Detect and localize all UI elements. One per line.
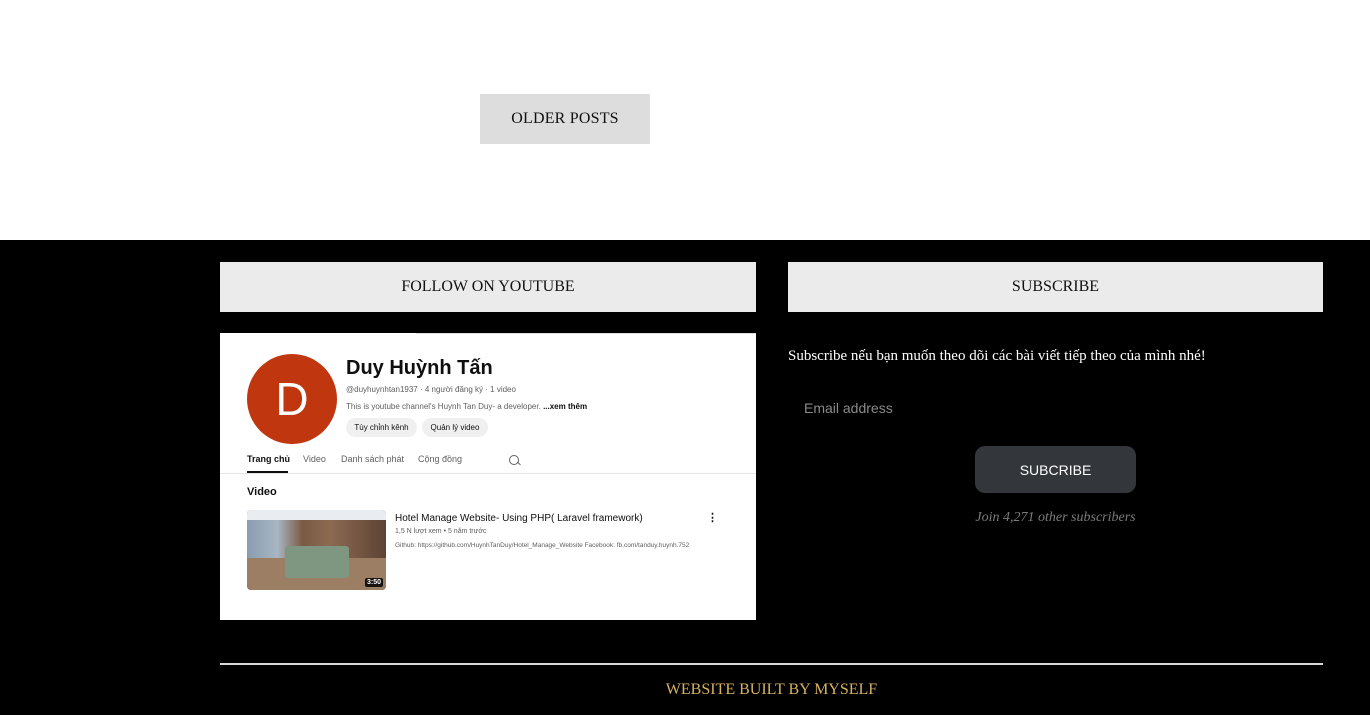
footer: FOLLOW ON YOUTUBE SUBSCRIBE D Duy Huỳnh … [0,240,1370,715]
channel-avatar: D [247,354,337,444]
older-posts-button[interactable]: OLDER POSTS [480,94,650,144]
video-title: Hotel Manage Website- Using PHP( Laravel… [395,513,643,524]
tabs-divider [220,473,756,474]
more-options-icon: ⋮ [707,512,718,524]
footer-divider [220,663,1323,665]
youtube-widget-heading: FOLLOW ON YOUTUBE [220,262,756,312]
subscribe-widget-heading: SUBSCRIBE [788,262,1323,312]
channel-description: This is youtube channel's Huynh Tan Duy-… [346,402,587,411]
subscribe-text: Subscribe nếu bạn muốn theo dõi các bài … [788,348,1206,364]
channel-tabs: Trang chủ Video Danh sách phát Cộng đồng [247,454,756,474]
tab-playlists: Danh sách phát [341,454,405,464]
thumbnail-browser-bar [247,510,386,520]
video-thumbnail: 3:50 [247,510,386,590]
manage-videos-chip: Quản lý video [422,418,488,437]
tab-home: Trang chủ [247,454,291,464]
video-meta: 1,5 N lượt xem • 5 năm trước [395,528,487,535]
youtube-channel-card[interactable]: D Duy Huỳnh Tấn @duyhuynhtan1937 · 4 ngư… [220,333,756,620]
main-content-area: OLDER POSTS [0,0,1370,240]
channel-desc-text: This is youtube channel's Huynh Tan Duy-… [346,402,541,411]
see-more-link: ...xem thêm [543,402,588,411]
customize-channel-chip: Tùy chỉnh kênh [346,418,417,437]
video-description: Github: https://github.com/HuynhTanDuy/H… [395,542,690,549]
thumbnail-bed [285,546,349,578]
video-duration: 3:50 [364,578,383,587]
subscriber-count: Join 4,271 other subscribers [975,510,1136,525]
divider [416,333,756,334]
channel-meta: @duyhuynhtan1937 · 4 người đăng ký · 1 v… [346,385,516,394]
tab-videos: Video [303,454,326,464]
search-icon [509,455,519,465]
channel-name: Duy Huỳnh Tấn [346,357,493,379]
email-input[interactable] [788,393,1323,423]
video-section-title: Video [247,486,277,498]
subscribe-button[interactable]: SUBCRIBE [975,446,1136,493]
tab-community: Cộng đồng [418,454,463,464]
footer-credit: WEBSITE BUILT BY MYSELF [665,681,878,698]
